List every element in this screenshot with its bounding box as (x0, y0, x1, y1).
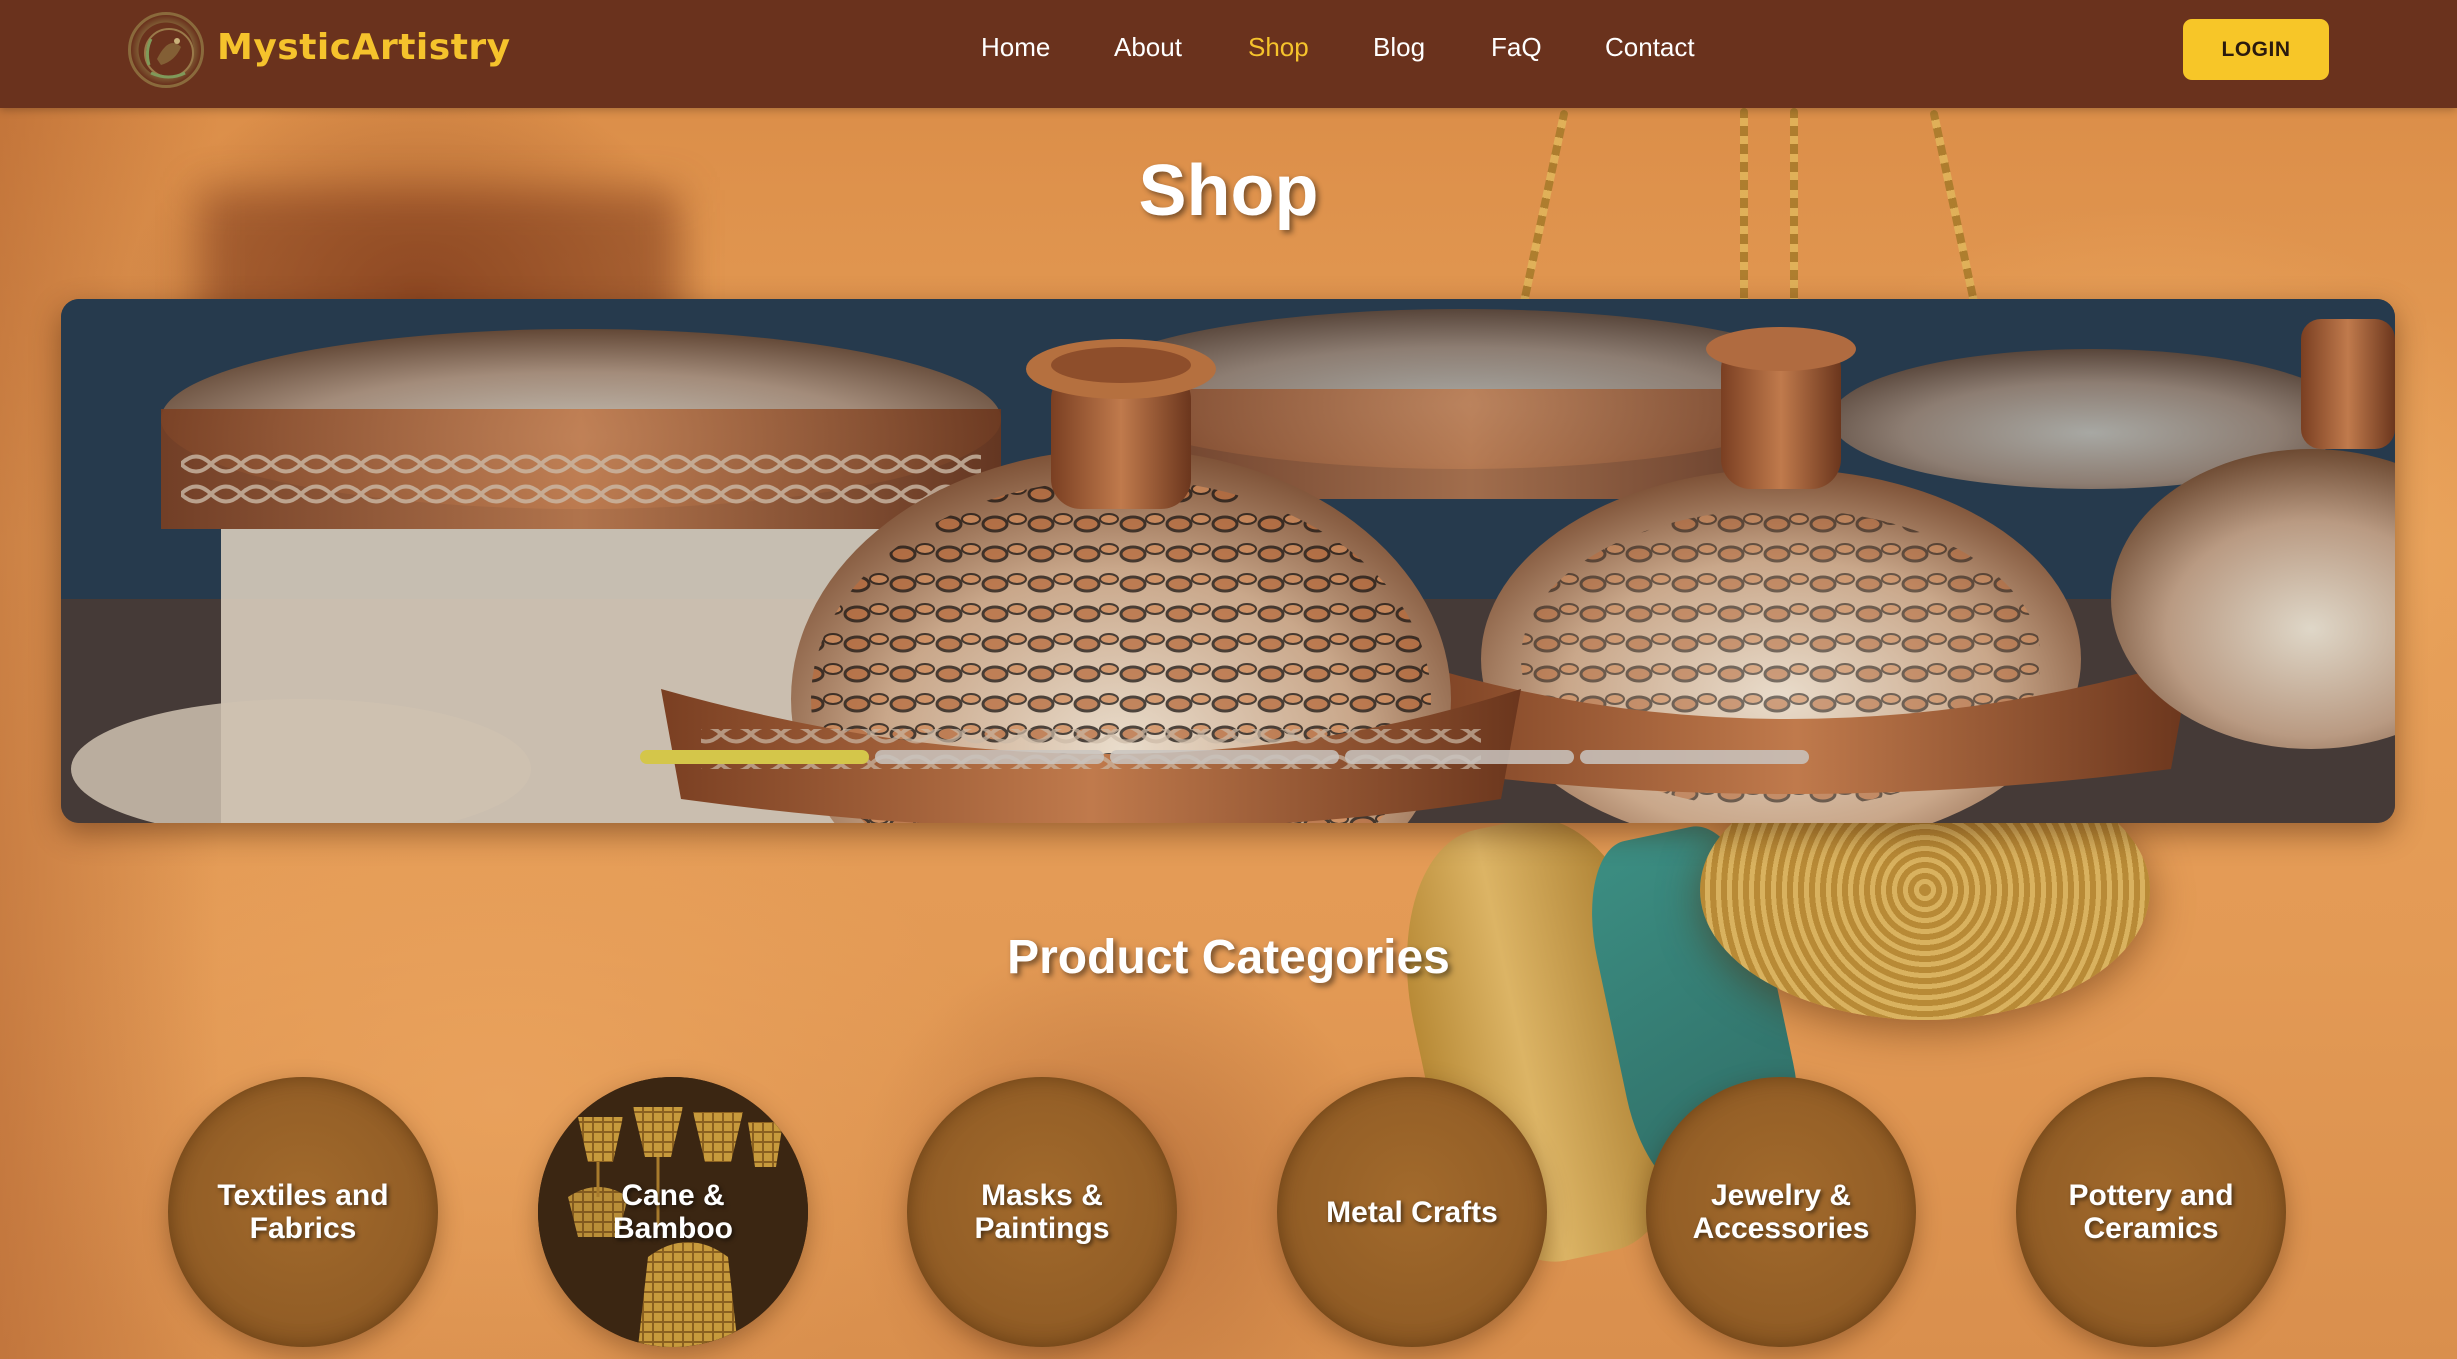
category-metal-crafts[interactable]: Metal Crafts (1277, 1077, 1547, 1347)
carousel-slide-image (61, 299, 2395, 823)
carousel-indicator-4[interactable] (1345, 750, 1574, 764)
category-label: Metal Crafts (1326, 1195, 1498, 1229)
category-label: Cane & Bamboo (613, 1179, 733, 1245)
category-label: Jewelry & Accessories (1692, 1179, 1870, 1245)
category-label: Masks & Paintings (974, 1179, 1110, 1245)
page-title: Shop (1138, 151, 1319, 231)
carousel-indicator-5[interactable] (1580, 750, 1809, 764)
nav-faq[interactable]: FaQ (1491, 32, 1542, 63)
nav-shop[interactable]: Shop (1248, 32, 1309, 63)
nav-home[interactable]: Home (981, 32, 1050, 63)
carousel-indicator-2[interactable] (875, 750, 1104, 764)
category-label: Pottery and Ceramics (2068, 1179, 2234, 1245)
category-cane-bamboo[interactable]: Cane & Bamboo (538, 1077, 808, 1347)
site-header: MysticArtistry Home About Shop Blog FaQ … (0, 0, 2457, 108)
category-masks-paintings[interactable]: Masks & Paintings (907, 1077, 1177, 1347)
nav-blog[interactable]: Blog (1373, 32, 1425, 63)
category-pottery[interactable]: Pottery and Ceramics (2016, 1077, 2286, 1347)
main-nav: Home About Shop Blog FaQ Contact (0, 32, 2457, 72)
carousel-indicator-3[interactable] (1110, 750, 1339, 764)
category-label: Textiles and Fabrics (217, 1179, 389, 1245)
carousel-indicator-1[interactable] (640, 750, 869, 764)
hero-carousel[interactable] (61, 299, 2395, 823)
nav-about[interactable]: About (1114, 32, 1182, 63)
nav-contact[interactable]: Contact (1605, 32, 1695, 63)
category-textiles[interactable]: Textiles and Fabrics (168, 1077, 438, 1347)
login-button[interactable]: LOGIN (2183, 19, 2329, 80)
categories-title: Product Categories (1007, 931, 1450, 984)
category-jewelry[interactable]: Jewelry & Accessories (1646, 1077, 1916, 1347)
